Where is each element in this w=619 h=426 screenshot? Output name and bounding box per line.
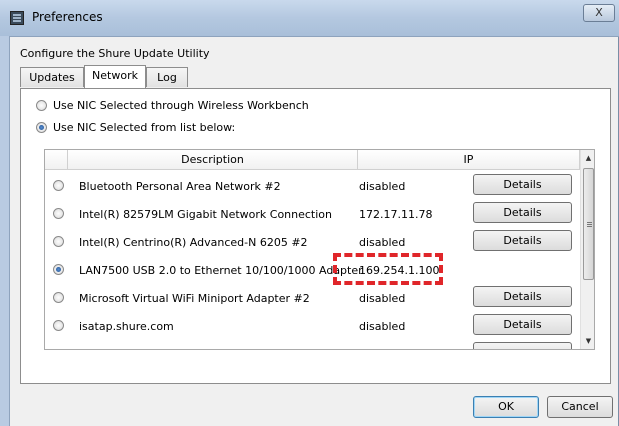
window-title: Preferences (32, 10, 103, 24)
row-description: Microsoft Virtual WiFi Miniport Adapter … (79, 292, 310, 305)
close-button[interactable]: X (583, 4, 615, 22)
column-header-select (45, 150, 68, 170)
table-row[interactable]: isatap.shure.com disabled Details (45, 312, 580, 340)
tab-network[interactable]: Network (84, 65, 146, 88)
table-row[interactable]: Intel(R) Centrino(R) Advanced-N 6205 #2 … (45, 228, 580, 256)
list-scrollbar[interactable]: ▲ ▼ (580, 150, 594, 349)
table-row[interactable]: Microsoft Virtual WiFi Miniport Adapter … (45, 284, 580, 312)
row-description: LAN7500 USB 2.0 to Ethernet 10/100/1000 … (79, 264, 363, 277)
details-button[interactable]: Details (473, 314, 572, 335)
row-radio[interactable] (53, 264, 64, 275)
row-ip: disabled (359, 236, 406, 249)
scroll-thumb[interactable] (583, 168, 594, 280)
details-button[interactable]: Details (473, 202, 572, 223)
row-radio[interactable] (53, 208, 64, 219)
details-button-partial[interactable] (473, 342, 572, 349)
radio-wireless-workbench-label[interactable]: Use NIC Selected through Wireless Workbe… (53, 99, 309, 112)
table-row-partial[interactable] (45, 340, 580, 349)
cancel-button[interactable]: Cancel (547, 396, 613, 418)
details-button[interactable]: Details (473, 174, 572, 195)
row-description: Bluetooth Personal Area Network #2 (79, 180, 281, 193)
nic-list: Description IP Bluetooth Personal Area N… (44, 149, 595, 350)
window-frame-left (0, 36, 10, 426)
table-row[interactable]: Bluetooth Personal Area Network #2 disab… (45, 172, 580, 200)
row-ip: disabled (359, 292, 406, 305)
table-row[interactable]: Intel(R) 82579LM Gigabit Network Connect… (45, 200, 580, 228)
scroll-down-icon[interactable]: ▼ (581, 333, 594, 349)
title-bar[interactable]: Preferences X (0, 0, 619, 37)
tab-log[interactable]: Log (146, 67, 188, 87)
row-ip: disabled (359, 180, 406, 193)
details-button[interactable]: Details (473, 286, 572, 307)
radio-list-below-label[interactable]: Use NIC Selected from list below: (53, 121, 235, 134)
grip-icon (587, 222, 592, 227)
details-button[interactable]: Details (473, 230, 572, 251)
row-description: Intel(R) 82579LM Gigabit Network Connect… (79, 208, 332, 221)
radio-list-below[interactable] (36, 122, 47, 133)
row-ip: disabled (359, 320, 406, 333)
ip-highlight-box (333, 253, 443, 285)
row-radio[interactable] (53, 320, 64, 331)
scroll-up-icon[interactable]: ▲ (581, 150, 594, 166)
row-radio[interactable] (53, 292, 64, 303)
column-header-description[interactable]: Description (68, 150, 358, 170)
table-row[interactable]: LAN7500 USB 2.0 to Ethernet 10/100/1000 … (45, 256, 580, 284)
row-radio[interactable] (53, 236, 64, 247)
preferences-window: Preferences X Configure the Shure Update… (0, 0, 619, 426)
row-radio[interactable] (53, 180, 64, 191)
radio-wireless-workbench[interactable] (36, 100, 47, 111)
row-description: Intel(R) Centrino(R) Advanced-N 6205 #2 (79, 236, 308, 249)
row-description: isatap.shure.com (79, 320, 174, 333)
page-title: Configure the Shure Update Utility (20, 47, 210, 60)
column-header-ip[interactable]: IP (358, 150, 580, 170)
ok-button[interactable]: OK (473, 396, 539, 418)
app-icon (10, 11, 24, 25)
tab-updates[interactable]: Updates (20, 67, 84, 87)
row-ip: 172.17.11.78 (359, 208, 433, 221)
